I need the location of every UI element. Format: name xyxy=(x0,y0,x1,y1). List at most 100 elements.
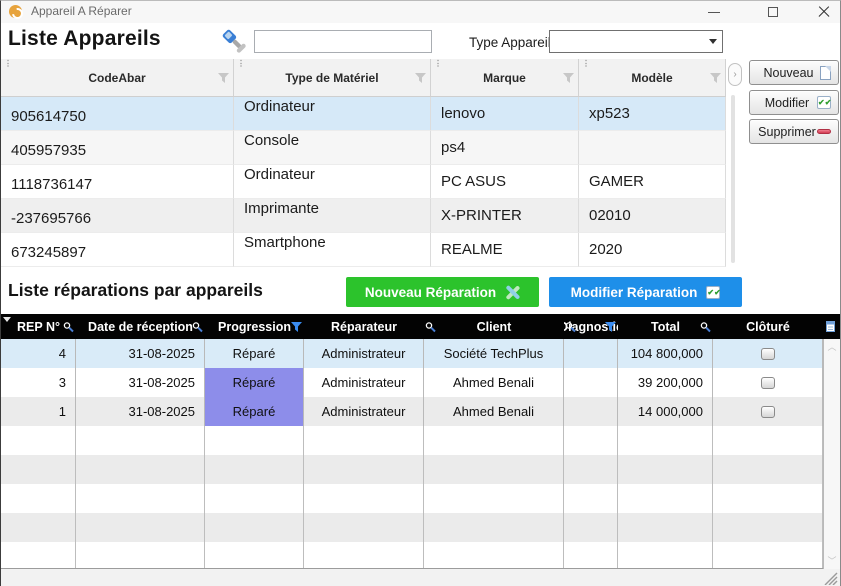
cell-progression[interactable]: Réparé xyxy=(205,339,304,368)
table-row[interactable]: 1 31-08-2025 Réparé Administrateur Ahmed… xyxy=(1,397,840,426)
table-row[interactable]: 905614750 Ordinateur lenovo xp523 xyxy=(1,97,726,131)
search-column-icon[interactable] xyxy=(425,321,436,332)
nouveau-button[interactable]: Nouveau xyxy=(749,60,839,85)
table-row[interactable]: 4 31-08-2025 Réparé Administrateur Socié… xyxy=(1,339,840,368)
column-header-marque[interactable]: ⋮ Marque xyxy=(431,59,579,97)
cloture-checkbox[interactable] xyxy=(761,406,775,418)
resize-grip[interactable] xyxy=(824,572,838,585)
filter-funnel-icon[interactable] xyxy=(415,73,426,83)
modifier-reparation-button[interactable]: Modifier Réparation ✔✔ xyxy=(549,277,742,307)
cell-rep[interactable]: 4 xyxy=(1,339,76,368)
nouveau-reparation-button[interactable]: Nouveau Réparation xyxy=(346,277,539,307)
maximize-button[interactable] xyxy=(758,1,788,23)
column-header-total[interactable]: Total xyxy=(618,314,713,339)
cell-client[interactable]: Ahmed Benali xyxy=(424,397,564,426)
delete-minus-icon xyxy=(817,129,831,134)
filter-funnel-icon[interactable] xyxy=(218,73,229,83)
cell-date[interactable]: 31-08-2025 xyxy=(76,339,205,368)
search-input[interactable] xyxy=(254,30,432,53)
cell-reparateur[interactable]: Administrateur xyxy=(304,368,424,397)
column-chooser-corner[interactable] xyxy=(823,314,840,339)
filter-funnel-icon[interactable] xyxy=(710,73,721,83)
search-column-icon[interactable] xyxy=(192,321,203,332)
cell-codeabar[interactable]: 1118736147 xyxy=(1,165,234,199)
cell-type[interactable]: Imprimante xyxy=(234,199,431,233)
expand-panel-button[interactable]: › xyxy=(728,63,742,86)
cell-rep[interactable]: 3 xyxy=(1,368,76,397)
cell-type[interactable]: Console xyxy=(234,131,431,165)
active-filter-funnel-icon[interactable] xyxy=(291,322,302,332)
table-row[interactable]: -237695766 Imprimante X-PRINTER 02010 xyxy=(1,199,726,233)
cell-cloture[interactable] xyxy=(713,368,823,397)
column-header-cloture[interactable]: Clôturé xyxy=(713,314,823,339)
cell-modele[interactable] xyxy=(579,131,726,165)
cell-total[interactable]: 14 000,000 xyxy=(618,397,713,426)
column-header-codeabar[interactable]: ⋮ CodeAbar xyxy=(1,59,234,97)
table-row[interactable]: 3 31-08-2025 Réparé Administrateur Ahmed… xyxy=(1,368,840,397)
cell-type[interactable]: Ordinateur xyxy=(234,97,431,131)
column-header-client[interactable]: Client xyxy=(424,314,564,339)
cell-rep[interactable]: 1 xyxy=(1,397,76,426)
cell-marque[interactable]: REALME xyxy=(431,233,579,267)
cell-client[interactable]: Ahmed Benali xyxy=(424,368,564,397)
cell-modele[interactable]: 02010 xyxy=(579,199,726,233)
cell-modele[interactable]: GAMER xyxy=(579,165,726,199)
cell-date[interactable]: 31-08-2025 xyxy=(76,397,205,426)
cell-codeabar[interactable]: 405957935 xyxy=(1,131,234,165)
cell-client[interactable]: Société TechPlus xyxy=(424,339,564,368)
column-header-rep[interactable]: REP N° xyxy=(1,314,76,339)
table-row[interactable]: 1118736147 Ordinateur PC ASUS GAMER xyxy=(1,165,726,199)
active-filter-funnel-icon[interactable] xyxy=(605,322,616,332)
reparations-scrollbar[interactable]: ︿ ﹀ xyxy=(823,339,840,569)
cell-diagnostic[interactable] xyxy=(564,368,618,397)
table-row[interactable]: 673245897 Smartphone REALME 2020 xyxy=(1,233,726,267)
table-row[interactable]: 405957935 Console ps4 xyxy=(1,131,726,165)
supprimer-button[interactable]: Supprimer xyxy=(749,119,839,144)
window-title: Appareil A Réparer xyxy=(31,4,132,18)
close-button[interactable] xyxy=(809,1,839,23)
column-header-progression[interactable]: Progression xyxy=(205,314,304,339)
cell-codeabar[interactable]: 673245897 xyxy=(1,233,234,267)
cloture-checkbox[interactable] xyxy=(761,377,775,389)
cloture-checkbox[interactable] xyxy=(761,348,775,360)
cell-marque[interactable]: lenovo xyxy=(431,97,579,131)
scroll-down-icon[interactable]: ﹀ xyxy=(827,557,837,565)
reparations-table: REP N° Date de réception Progression Rép… xyxy=(1,314,840,569)
modifier-button[interactable]: Modifier ✔✔ xyxy=(749,90,839,115)
type-appareil-label: Type Appareil xyxy=(469,35,551,50)
cell-diagnostic[interactable] xyxy=(564,339,618,368)
cell-cloture[interactable] xyxy=(713,339,823,368)
search-column-icon[interactable] xyxy=(700,321,711,332)
cell-date[interactable]: 31-08-2025 xyxy=(76,368,205,397)
cell-total[interactable]: 39 200,000 xyxy=(618,368,713,397)
appareils-scrollbar[interactable] xyxy=(731,95,735,263)
scroll-up-icon[interactable]: ︿ xyxy=(827,343,837,351)
filter-funnel-icon[interactable] xyxy=(563,73,574,83)
cell-modele[interactable]: 2020 xyxy=(579,233,726,267)
cell-total[interactable]: 104 800,000 xyxy=(618,339,713,368)
cell-codeabar[interactable]: 905614750 xyxy=(1,97,234,131)
cell-progression[interactable]: Réparé xyxy=(205,368,304,397)
column-header-type[interactable]: ⋮ Type de Matériel xyxy=(234,59,431,97)
cell-marque[interactable]: ps4 xyxy=(431,131,579,165)
cell-diagnostic[interactable] xyxy=(564,397,618,426)
cell-progression[interactable]: Réparé xyxy=(205,397,304,426)
cell-modele[interactable]: xp523 xyxy=(579,97,726,131)
cell-marque[interactable]: PC ASUS xyxy=(431,165,579,199)
type-appareil-select[interactable] xyxy=(549,30,723,53)
cell-type[interactable]: Smartphone xyxy=(234,233,431,267)
cell-reparateur[interactable]: Administrateur xyxy=(304,339,424,368)
column-header-modele[interactable]: ⋮ Modèle xyxy=(579,59,726,97)
column-header-date[interactable]: Date de réception xyxy=(76,314,205,339)
cell-cloture[interactable] xyxy=(713,397,823,426)
cell-codeabar[interactable]: -237695766 xyxy=(1,199,234,233)
column-header-reparateur[interactable]: Réparateur xyxy=(304,314,424,339)
minimize-button[interactable] xyxy=(699,1,729,23)
cell-reparateur[interactable]: Administrateur xyxy=(304,397,424,426)
cell-type[interactable]: Ordinateur xyxy=(234,165,431,199)
edit-checklist-icon: ✔✔ xyxy=(706,286,720,299)
search-column-icon[interactable] xyxy=(63,321,74,332)
column-header-diagnostic[interactable]: Diagnostic xyxy=(564,314,618,339)
search-column-icon[interactable] xyxy=(565,321,576,332)
cell-marque[interactable]: X-PRINTER xyxy=(431,199,579,233)
